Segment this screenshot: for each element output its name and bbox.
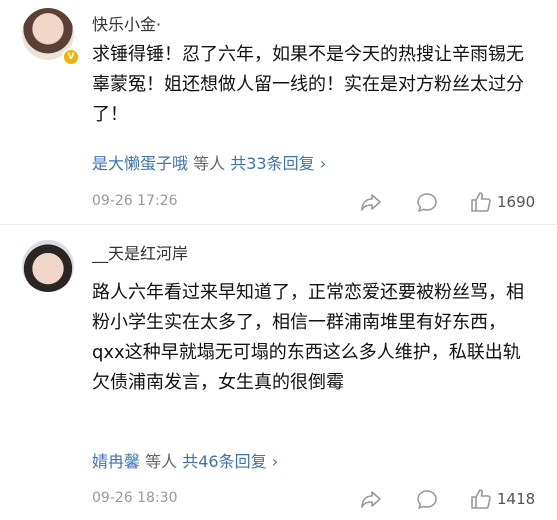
share-button[interactable] bbox=[359, 190, 383, 214]
like-icon bbox=[471, 192, 491, 212]
timestamp: 09-26 17:26 bbox=[92, 193, 178, 209]
chevron-right-icon: › bbox=[271, 452, 279, 471]
timestamp: 09-26 18:30 bbox=[92, 490, 178, 506]
comment-item: V 快乐小金· 求锤得锤！忍了六年，如果不是今天的热搜让辛雨锡无辜蒙冤！姐还想做… bbox=[0, 0, 557, 225]
reply-mid: 等人 bbox=[145, 452, 178, 471]
like-count: 1690 bbox=[497, 193, 536, 211]
like-count: 1418 bbox=[497, 490, 536, 508]
reply-count[interactable]: 共33条回复 bbox=[230, 154, 314, 173]
comment-button[interactable] bbox=[415, 487, 439, 511]
comment-text: 路人六年看过来早知道了，正常恋爱还要被粉丝骂，相粉小学生实在太多了，相信一群浦南… bbox=[92, 282, 524, 393]
comment-icon bbox=[417, 193, 437, 212]
replies-link[interactable]: 是大懒蛋子哦 等人 共33条回复 › bbox=[92, 150, 326, 174]
share-icon bbox=[361, 194, 381, 211]
replies-link[interactable]: 婧冉馨 等人 共46条回复 › bbox=[92, 448, 278, 472]
chevron-right-icon: › bbox=[319, 154, 327, 173]
verified-badge-icon: V bbox=[62, 48, 80, 66]
comment-text: 求锤得锤！忍了六年，如果不是今天的热搜让辛雨锡无辜蒙冤！姐还想做人留一线的！实在… bbox=[92, 44, 524, 125]
share-icon bbox=[361, 491, 381, 508]
comment-item: __天是红河岸 路人六年看过来早知道了，正常恋爱还要被粉丝骂，相粉小学生实在太多… bbox=[0, 225, 557, 520]
avatar[interactable] bbox=[22, 240, 74, 292]
like-icon bbox=[471, 489, 491, 509]
reply-user[interactable]: 是大懒蛋子哦 bbox=[92, 154, 188, 173]
comment-footer: 09-26 17:26 1690 bbox=[92, 190, 542, 214]
comment-footer: 09-26 18:30 1418 bbox=[92, 487, 542, 511]
comment-button[interactable] bbox=[415, 190, 439, 214]
comment-icon bbox=[417, 490, 437, 509]
like-button[interactable]: 1690 bbox=[469, 190, 535, 214]
reply-count[interactable]: 共46条回复 bbox=[182, 452, 266, 471]
username[interactable]: 快乐小金· bbox=[92, 11, 161, 35]
share-button[interactable] bbox=[359, 487, 383, 511]
like-button[interactable]: 1418 bbox=[469, 487, 535, 511]
reply-user[interactable]: 婧冉馨 bbox=[92, 452, 140, 471]
username[interactable]: __天是红河岸 bbox=[92, 240, 188, 264]
reply-mid: 等人 bbox=[193, 154, 226, 173]
